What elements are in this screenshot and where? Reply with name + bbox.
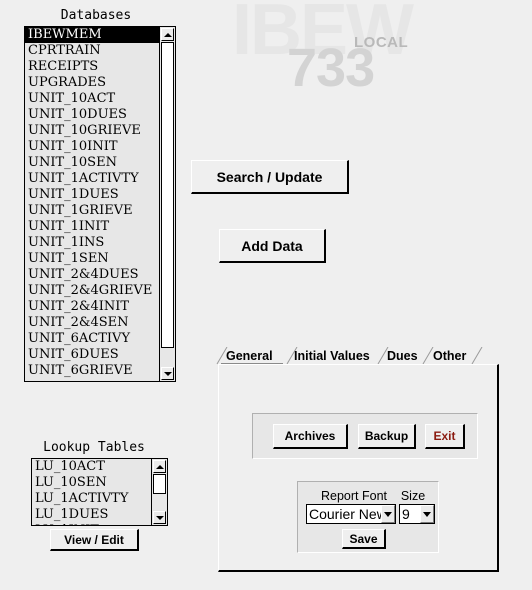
databases-list-items[interactable]: IBEWMEM CPRTRAIN RECEIPTS UPGRADES UNIT_10AC… <box>25 27 159 381</box>
archives-button[interactable]: Archives <box>273 424 348 449</box>
list-item[interactable]: CPRTRAIN <box>25 43 159 59</box>
list-item[interactable]: UNIT_1DUES <box>25 187 159 203</box>
list-item[interactable]: LU_1DUES <box>32 507 151 523</box>
list-item[interactable]: UNIT_10SEN <box>25 155 159 171</box>
list-item[interactable]: UNIT_2&4INIT <box>25 299 159 315</box>
tab-content-general: Archives Backup Exit Report Font Size Co… <box>218 364 499 572</box>
list-item[interactable]: UNIT_1SEN <box>25 251 159 267</box>
font-size-value: 9 <box>402 506 410 522</box>
list-item[interactable]: UNIT_1GRIEVE <box>25 203 159 219</box>
list-item[interactable]: LU_1ACTIVTY <box>32 491 151 507</box>
chevron-up-icon <box>155 464 164 469</box>
chevron-down-icon <box>163 371 172 376</box>
chevron-up-icon <box>163 32 172 37</box>
tab-other[interactable]: Other <box>433 346 466 365</box>
list-item[interactable]: UNIT_1INS <box>25 235 159 251</box>
scroll-up-button[interactable] <box>161 28 174 41</box>
list-item[interactable]: LU_10ACT <box>32 459 151 475</box>
add-data-button[interactable]: Add Data <box>219 229 326 263</box>
logo-local-label: LOCAL <box>354 34 409 51</box>
lookup-tables-scrollbar[interactable] <box>151 459 167 525</box>
report-font-label: Report Font <box>320 489 387 503</box>
save-button[interactable]: Save <box>342 529 386 549</box>
list-item[interactable]: LU_10SEN <box>32 475 151 491</box>
scrollbar-thumb[interactable] <box>153 474 166 494</box>
logo-ibew-text: IBEW <box>232 0 414 70</box>
tab-dues[interactable]: Dues <box>387 346 418 365</box>
logo-local-number: 733 <box>287 38 375 98</box>
view-edit-button[interactable]: View / Edit <box>50 529 139 551</box>
list-item[interactable]: UPGRADES <box>25 75 159 91</box>
chevron-down-icon <box>384 511 392 517</box>
list-item[interactable]: RECEIPTS <box>25 59 159 75</box>
scrollbar-thumb[interactable] <box>161 42 174 348</box>
chevron-down-icon <box>423 511 431 517</box>
chevron-down-icon <box>155 515 164 520</box>
scroll-down-button[interactable] <box>161 367 174 380</box>
report-font-value: Courier New <box>309 506 381 522</box>
list-item[interactable]: UNIT_2&4GRIEVE <box>25 283 159 299</box>
scroll-up-button[interactable] <box>153 460 166 473</box>
backup-button[interactable]: Backup <box>358 424 416 449</box>
size-label: Size <box>400 489 426 503</box>
lookup-tables-list-label: Lookup Tables <box>43 440 145 455</box>
tab-initial-values[interactable]: Initial Values <box>294 346 370 365</box>
tab-strip: General Initial Values Dues Other <box>216 346 499 365</box>
list-item[interactable]: UNIT_1INIT <box>25 219 159 235</box>
scroll-down-button[interactable] <box>153 511 166 524</box>
ibew-local-733-logo-watermark: IBEW 733 LOCAL <box>232 0 492 104</box>
list-item[interactable]: UNIT_6GRIEVE <box>25 363 159 379</box>
list-item[interactable]: UNIT_10ACT <box>25 91 159 107</box>
list-item[interactable]: UNIT_2&4DUES <box>25 267 159 283</box>
databases-listbox[interactable]: IBEWMEM CPRTRAIN RECEIPTS UPGRADES UNIT_10AC… <box>24 26 176 382</box>
report-font-dropdown-button[interactable] <box>381 505 395 523</box>
list-item[interactable]: UNIT_10GRIEVE <box>25 123 159 139</box>
archive-actions-group: Archives Backup Exit <box>252 413 478 459</box>
list-item[interactable]: UNIT_10INIT <box>25 139 159 155</box>
list-item[interactable]: UNIT_6ACTIVY <box>25 331 159 347</box>
databases-list-label: Databases <box>60 8 132 23</box>
list-item[interactable]: LU_1INIT <box>32 523 151 525</box>
list-item[interactable]: UNIT_1ACTIVTY <box>25 171 159 187</box>
exit-button[interactable]: Exit <box>425 424 465 449</box>
report-font-group: Report Font Size Courier New 9 Save <box>297 481 439 553</box>
settings-tab-panel: General Initial Values Dues Other Archiv… <box>216 346 499 572</box>
list-item[interactable]: IBEWMEM <box>25 27 159 43</box>
list-item[interactable]: UNIT_2&4SEN <box>25 315 159 331</box>
tab-separator <box>471 347 483 365</box>
list-item[interactable]: UNIT_6DUES <box>25 347 159 363</box>
font-size-dropdown-button[interactable] <box>420 505 434 523</box>
lookup-tables-listbox[interactable]: LU_10ACTLU_10SENLU_1ACTIVTYLU_1DUESLU_1I… <box>31 458 168 526</box>
list-item[interactable]: UNIT_10DUES <box>25 107 159 123</box>
databases-scrollbar[interactable] <box>159 27 175 381</box>
lookup-tables-list-items[interactable]: LU_10ACTLU_10SENLU_1ACTIVTYLU_1DUESLU_1I… <box>32 459 151 525</box>
font-size-select[interactable]: 9 <box>399 504 435 524</box>
search-update-button[interactable]: Search / Update <box>191 160 349 194</box>
report-font-select[interactable]: Courier New <box>306 504 396 524</box>
